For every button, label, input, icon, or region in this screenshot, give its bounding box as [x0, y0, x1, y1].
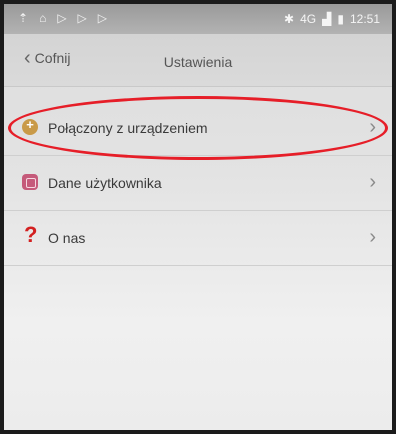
- clock: 12:51: [349, 12, 380, 26]
- upload-icon: ⇡: [18, 11, 29, 25]
- settings-item-label: Dane użytkownika: [48, 175, 162, 191]
- settings-item-label: Połączony z urządzeniem: [48, 120, 208, 136]
- settings-item-connected-device[interactable]: Połączony z urządzeniem ›: [4, 101, 392, 156]
- play-icon: ▷: [77, 11, 87, 25]
- user-data-icon: [22, 174, 38, 190]
- status-indicators: ✱ 4G ▟ ▮ 12:51: [284, 12, 380, 26]
- question-mark-icon: ?: [24, 222, 38, 247]
- chevron-right-icon: ›: [369, 171, 376, 193]
- home-icon: ⌂: [39, 11, 47, 25]
- network-indicator: 4G: [300, 12, 317, 26]
- settings-list: Połączony z urządzeniem › Dane użytkowni…: [4, 101, 392, 266]
- settings-item-user-data[interactable]: Dane użytkownika ›: [4, 156, 392, 211]
- phone-screen: ⇡ ⌂ ▷ ▷ ▷ ✱ 4G ▟ ▮ 12:51 ‹ Cofnij Ustawi…: [4, 4, 392, 430]
- page-title: Ustawienia: [163, 54, 233, 70]
- play-icon: ▷: [97, 11, 108, 25]
- settings-item-about[interactable]: ? O nas ›: [4, 211, 392, 266]
- navigation-bar: ‹ Cofnij Ustawienia: [4, 34, 392, 87]
- notification-icons: ⇡ ⌂ ▷ ▷ ▷: [18, 12, 107, 24]
- settings-item-label: O nas: [48, 230, 86, 246]
- status-bar: ⇡ ⌂ ▷ ▷ ▷ ✱ 4G ▟ ▮ 12:51: [4, 4, 392, 34]
- chevron-right-icon: ›: [369, 226, 376, 248]
- connected-device-icon: [22, 117, 38, 135]
- signal-icon: ▟: [322, 12, 332, 26]
- battery-icon: ▮: [337, 12, 344, 26]
- chevron-right-icon: ›: [369, 116, 376, 138]
- play-icon: ▷: [57, 11, 67, 25]
- bluetooth-icon: ✱: [284, 12, 295, 26]
